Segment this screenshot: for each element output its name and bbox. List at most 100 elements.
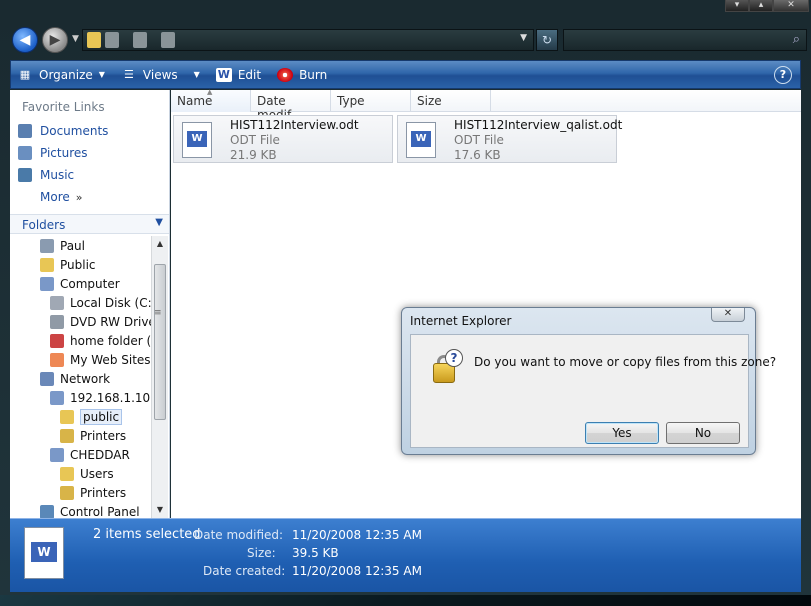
- burn-disc-icon: [277, 67, 294, 82]
- column-header-type[interactable]: Type: [331, 90, 411, 112]
- file-type: ODT File: [230, 133, 280, 147]
- folder-icon: [50, 315, 64, 329]
- search-box[interactable]: ⌕: [563, 29, 807, 51]
- folder-tree: Paul Public Computer Local Disk (C:) DVD RW …: [10, 236, 153, 518]
- favorite-documents[interactable]: Documents: [18, 124, 108, 138]
- forward-button[interactable]: ▶: [42, 27, 68, 53]
- tree-item[interactable]: Public: [40, 256, 96, 274]
- odt-document-icon: W: [182, 122, 212, 158]
- address-row: ◀ ▶ ▼ ▼ ↻ ⌕: [10, 24, 810, 56]
- tree-item[interactable]: Paul: [40, 237, 85, 255]
- breadcrumb-separator-icon[interactable]: [133, 32, 147, 48]
- column-header-name[interactable]: ▲ Name: [171, 88, 251, 112]
- column-headers: ▲ Name Date modif... Type Size: [171, 88, 801, 122]
- column-header-size[interactable]: Size: [411, 90, 491, 112]
- file-type: ODT File: [454, 133, 504, 147]
- views-label: Views: [142, 67, 178, 82]
- folder-tree-scrollbar[interactable]: ▲ ≡ ▼: [151, 236, 168, 518]
- views-button[interactable]: ☰ Views ▼: [121, 68, 200, 82]
- folder-icon: [50, 353, 64, 367]
- tree-item-label: Users: [80, 467, 114, 481]
- tree-item[interactable]: Control Panel: [40, 503, 140, 518]
- search-icon[interactable]: ⌕: [793, 32, 800, 47]
- yes-button[interactable]: Yes: [585, 422, 659, 444]
- views-icon: ☰: [123, 68, 134, 81]
- file-item[interactable]: W HIST112Interview.odt ODT File 21.9 KB: [173, 115, 393, 163]
- command-bar: ▦ Organize ▼ ☰ Views ▼ W Edit Burn ?: [10, 60, 801, 89]
- favorite-music[interactable]: Music: [18, 168, 74, 182]
- favorites-more[interactable]: More »: [40, 190, 82, 204]
- scroll-up-icon[interactable]: ▲: [152, 236, 168, 252]
- date-modified-value: 11/20/2008 12:35 AM: [292, 528, 422, 542]
- tree-item[interactable]: Users: [60, 465, 114, 483]
- folder-icon: [60, 467, 74, 481]
- tree-item[interactable]: My Web Sites o: [50, 351, 153, 369]
- folders-header[interactable]: Folders ▼: [10, 214, 169, 234]
- breadcrumb-separator-icon[interactable]: [105, 32, 119, 48]
- file-size: 17.6 KB: [454, 148, 501, 162]
- edit-button[interactable]: W Edit: [215, 67, 262, 82]
- tree-item-label: public: [80, 409, 123, 425]
- tree-item[interactable]: Printers: [60, 427, 126, 445]
- tree-item[interactable]: Computer: [40, 275, 120, 293]
- tree-item[interactable]: DVD RW Drive: [50, 313, 153, 331]
- date-modified-label: Date modified:: [194, 528, 284, 542]
- dialog-close-button[interactable]: ✕: [711, 308, 745, 322]
- favorite-label: Documents: [40, 124, 109, 138]
- file-item[interactable]: W HIST112Interview_qalist.odt ODT File 1…: [397, 115, 622, 163]
- scroll-thumb[interactable]: [154, 264, 166, 420]
- breadcrumb-separator-icon[interactable]: [161, 32, 175, 48]
- organize-icon: ▦: [19, 68, 31, 81]
- tree-item[interactable]: public: [60, 408, 123, 426]
- favorite-pictures[interactable]: Pictures: [18, 146, 88, 160]
- scroll-grip-icon: ≡: [154, 308, 162, 318]
- favorite-links-title: Favorite Links: [22, 100, 105, 114]
- pictures-icon: [18, 146, 32, 160]
- burn-button[interactable]: Burn: [277, 67, 327, 82]
- history-dropdown-icon[interactable]: ▼: [72, 34, 79, 44]
- back-button[interactable]: ◀: [12, 27, 38, 53]
- tree-item[interactable]: 192.168.1.101: [50, 389, 153, 407]
- music-icon: [18, 168, 32, 182]
- column-label: Size: [417, 94, 442, 108]
- folder-icon: [50, 391, 64, 405]
- tree-item[interactable]: CHEDDAR: [50, 446, 130, 464]
- scroll-down-icon[interactable]: ▼: [152, 502, 168, 518]
- tree-item[interactable]: Network: [40, 370, 110, 388]
- maximize-button[interactable]: ▴: [749, 0, 773, 12]
- folder-icon: [40, 258, 54, 272]
- tree-item-label: CHEDDAR: [70, 448, 130, 462]
- navigation-pane: Favorite Links Documents Pictures Music …: [10, 90, 170, 518]
- refresh-button[interactable]: ↻: [536, 29, 558, 51]
- tree-item-label: DVD RW Drive: [70, 315, 153, 329]
- sort-ascending-icon: ▲: [207, 88, 213, 96]
- security-dialog: Internet Explorer ✕ ? Do you want to mov…: [401, 307, 776, 455]
- organize-button[interactable]: ▦ Organize ▼: [17, 68, 105, 82]
- file-size: 21.9 KB: [230, 148, 277, 162]
- forward-arrow-icon: ▶: [49, 32, 61, 48]
- column-header-date[interactable]: Date modif...: [251, 90, 331, 122]
- size-value: 39.5 KB: [292, 546, 339, 560]
- tree-item-label: My Web Sites o: [70, 353, 153, 367]
- folder-icon: [87, 32, 101, 48]
- word-document-icon: W: [215, 67, 232, 82]
- help-button[interactable]: ?: [774, 66, 792, 84]
- folder-icon: [50, 334, 64, 348]
- close-button[interactable]: ✕: [773, 0, 809, 12]
- tree-item-label: Computer: [60, 277, 120, 291]
- tree-item[interactable]: Printers: [60, 484, 126, 502]
- tree-item-label: Public: [60, 258, 96, 272]
- organize-label: Organize: [39, 67, 93, 82]
- tree-item[interactable]: home folder (\: [50, 332, 153, 350]
- tree-item-label: Local Disk (C:): [70, 296, 153, 310]
- tree-item[interactable]: Local Disk (C:): [50, 294, 153, 312]
- address-bar[interactable]: ▼: [82, 29, 534, 51]
- address-dropdown-icon[interactable]: ▼: [520, 33, 527, 43]
- security-question-icon: ?: [433, 349, 463, 383]
- more-label: More: [40, 190, 70, 204]
- minimize-button[interactable]: ▾: [725, 0, 749, 12]
- edit-label: Edit: [237, 67, 262, 82]
- no-button[interactable]: No: [666, 422, 740, 444]
- folder-icon: [40, 239, 54, 253]
- dialog-body: ? Do you want to move or copy files from…: [410, 334, 776, 448]
